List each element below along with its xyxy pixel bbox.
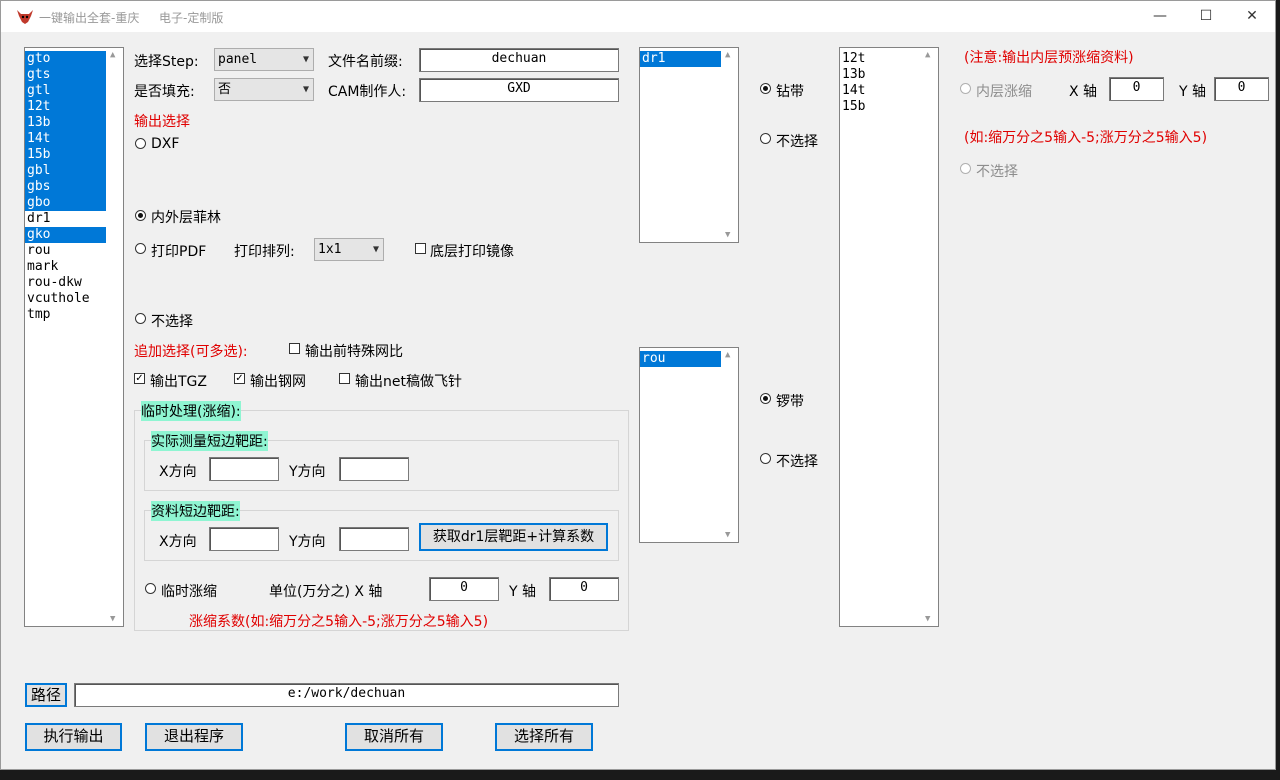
inner-none-radio[interactable] xyxy=(960,163,971,174)
inner-layer-listbox[interactable]: 12t 13b 14t 15b ▲ ▼ xyxy=(839,47,939,627)
title-bar: 一键输出全套-重庆 电子-定制版 — ☐ ✕ xyxy=(1,1,1275,32)
drill-none-radio[interactable] xyxy=(760,133,771,144)
fill-select[interactable]: 否 ▼ xyxy=(214,78,314,101)
data-y-label: Y方向 xyxy=(289,534,326,550)
inner-outer-label: 内外层菲林 xyxy=(151,210,221,226)
fill-select-value: 否 xyxy=(218,82,232,97)
cancel-all-button[interactable]: 取消所有 xyxy=(345,723,443,751)
tgz-checkbox[interactable]: ✓ xyxy=(134,373,145,384)
main-window: 一键输出全套-重庆 电子-定制版 — ☐ ✕ gto gts gtl 12t 13b 14… xyxy=(0,0,1276,770)
mirror-checkbox[interactable] xyxy=(415,243,426,254)
window-title: 一键输出全套-重庆 xyxy=(39,11,140,25)
cam-label: CAM制作人: xyxy=(328,84,407,100)
print-layout-label: 打印排列: xyxy=(234,244,295,260)
rout-radio[interactable] xyxy=(760,393,771,404)
measured-x-label: X方向 xyxy=(159,464,197,480)
temp-scale-label: 临时涨缩 xyxy=(161,584,217,600)
print-pdf-radio[interactable] xyxy=(135,243,146,254)
extra-heading: 追加选择(可多选): xyxy=(134,344,248,360)
inner-x-input[interactable]: 0 xyxy=(1109,77,1164,101)
rout-label: 锣带 xyxy=(776,394,804,410)
layer-scrollbar[interactable]: ▲ ▼ xyxy=(106,48,123,626)
net-flying-label: 输出net稿做飞针 xyxy=(355,374,462,390)
chevron-down-icon: ▼ xyxy=(302,54,309,65)
close-button[interactable]: ✕ xyxy=(1229,1,1275,32)
cam-input[interactable]: GXD xyxy=(419,78,619,102)
stencil-checkbox[interactable]: ✓ xyxy=(234,373,245,384)
inner-y-label: Y 轴 xyxy=(1179,84,1207,100)
layer-listbox[interactable]: gto gts gtl 12t 13b 14t 15b gbl gbs gbo dr1 gko rou m… xyxy=(24,47,124,627)
drill-label: 钻带 xyxy=(776,84,804,100)
temp-x-input[interactable]: 0 xyxy=(429,577,499,601)
fill-label: 是否填充: xyxy=(134,84,195,100)
print-layout-value: 1x1 xyxy=(318,242,342,257)
inner-outer-radio[interactable] xyxy=(135,210,146,221)
special-net-checkbox[interactable] xyxy=(289,343,300,354)
output-heading: 输出选择 xyxy=(134,114,190,130)
inner-scale-label: 内层涨缩 xyxy=(976,84,1032,100)
minimize-button[interactable]: — xyxy=(1137,1,1183,32)
rout-listbox[interactable]: rou ▲ ▼ xyxy=(639,347,739,543)
temp-unit-label: 单位(万分之) X 轴 xyxy=(269,584,383,600)
tgz-label: 输出TGZ xyxy=(150,374,207,390)
path-input[interactable]: e:/work/dechuan xyxy=(74,683,619,707)
execute-output-button[interactable]: 执行输出 xyxy=(25,723,122,751)
dxf-label: DXF xyxy=(151,136,180,152)
inner-scrollbar[interactable]: ▲ ▼ xyxy=(921,48,938,626)
rout-none-label: 不选择 xyxy=(776,454,818,470)
bull-logo-icon xyxy=(17,10,33,24)
temp-hint: 涨缩系数(如:缩万分之5输入-5;涨万分之5输入5) xyxy=(189,614,489,630)
chevron-down-icon: ▼ xyxy=(372,244,379,255)
data-x-input[interactable] xyxy=(209,527,279,551)
measured-x-input[interactable] xyxy=(209,457,279,481)
temp-scale-radio[interactable] xyxy=(145,583,156,594)
step-select[interactable]: panel ▼ xyxy=(214,48,314,71)
path-button[interactable]: 路径 xyxy=(25,683,67,707)
inner-scale-note: (注意:输出内层预涨缩资料) xyxy=(964,50,1134,66)
data-heading: 资料短边靶距: xyxy=(151,501,240,521)
temp-y-input[interactable]: 0 xyxy=(549,577,619,601)
drill-none-label: 不选择 xyxy=(776,134,818,150)
rout-none-radio[interactable] xyxy=(760,453,771,464)
print-pdf-label: 打印PDF xyxy=(151,244,207,260)
prefix-label: 文件名前缀: xyxy=(328,54,403,70)
inner-scale-radio[interactable] xyxy=(960,83,971,94)
output-none-radio[interactable] xyxy=(135,313,146,324)
window-title-suffix: 电子-定制版 xyxy=(159,11,224,25)
inner-none-label: 不选择 xyxy=(976,164,1018,180)
special-net-label: 输出前特殊网比 xyxy=(305,344,403,360)
output-none-label: 不选择 xyxy=(151,314,193,330)
exit-program-button[interactable]: 退出程序 xyxy=(145,723,243,751)
step-select-value: panel xyxy=(218,52,258,67)
temp-heading: 临时处理(涨缩): xyxy=(141,401,241,421)
data-x-label: X方向 xyxy=(159,534,197,550)
inner-scale-hint: (如:缩万分之5输入-5;涨万分之5输入5) xyxy=(964,130,1208,146)
measured-y-label: Y方向 xyxy=(289,464,326,480)
temp-y-label: Y 轴 xyxy=(509,584,537,600)
dxf-radio[interactable] xyxy=(135,138,146,149)
step-label: 选择Step: xyxy=(134,54,199,70)
chevron-down-icon: ▼ xyxy=(302,84,309,95)
print-layout-select[interactable]: 1x1 ▼ xyxy=(314,238,384,261)
inner-x-label: X 轴 xyxy=(1069,84,1098,100)
prefix-input[interactable]: dechuan xyxy=(419,48,619,72)
maximize-button[interactable]: ☐ xyxy=(1183,1,1229,32)
drill-scrollbar[interactable]: ▲ ▼ xyxy=(721,48,738,242)
drill-listbox[interactable]: dr1 ▲ ▼ xyxy=(639,47,739,243)
net-flying-checkbox[interactable] xyxy=(339,373,350,384)
measured-y-input[interactable] xyxy=(339,457,409,481)
select-all-button[interactable]: 选择所有 xyxy=(495,723,593,751)
measured-heading: 实际测量短边靶距: xyxy=(151,431,268,451)
drill-radio[interactable] xyxy=(760,83,771,94)
rout-scrollbar[interactable]: ▲ ▼ xyxy=(721,348,738,542)
stencil-label: 输出钢网 xyxy=(250,374,306,390)
inner-y-input[interactable]: 0 xyxy=(1214,77,1269,101)
mirror-label: 底层打印镜像 xyxy=(430,244,514,260)
get-target-distance-button[interactable]: 获取dr1层靶距+计算系数 xyxy=(419,523,608,551)
data-y-input[interactable] xyxy=(339,527,409,551)
